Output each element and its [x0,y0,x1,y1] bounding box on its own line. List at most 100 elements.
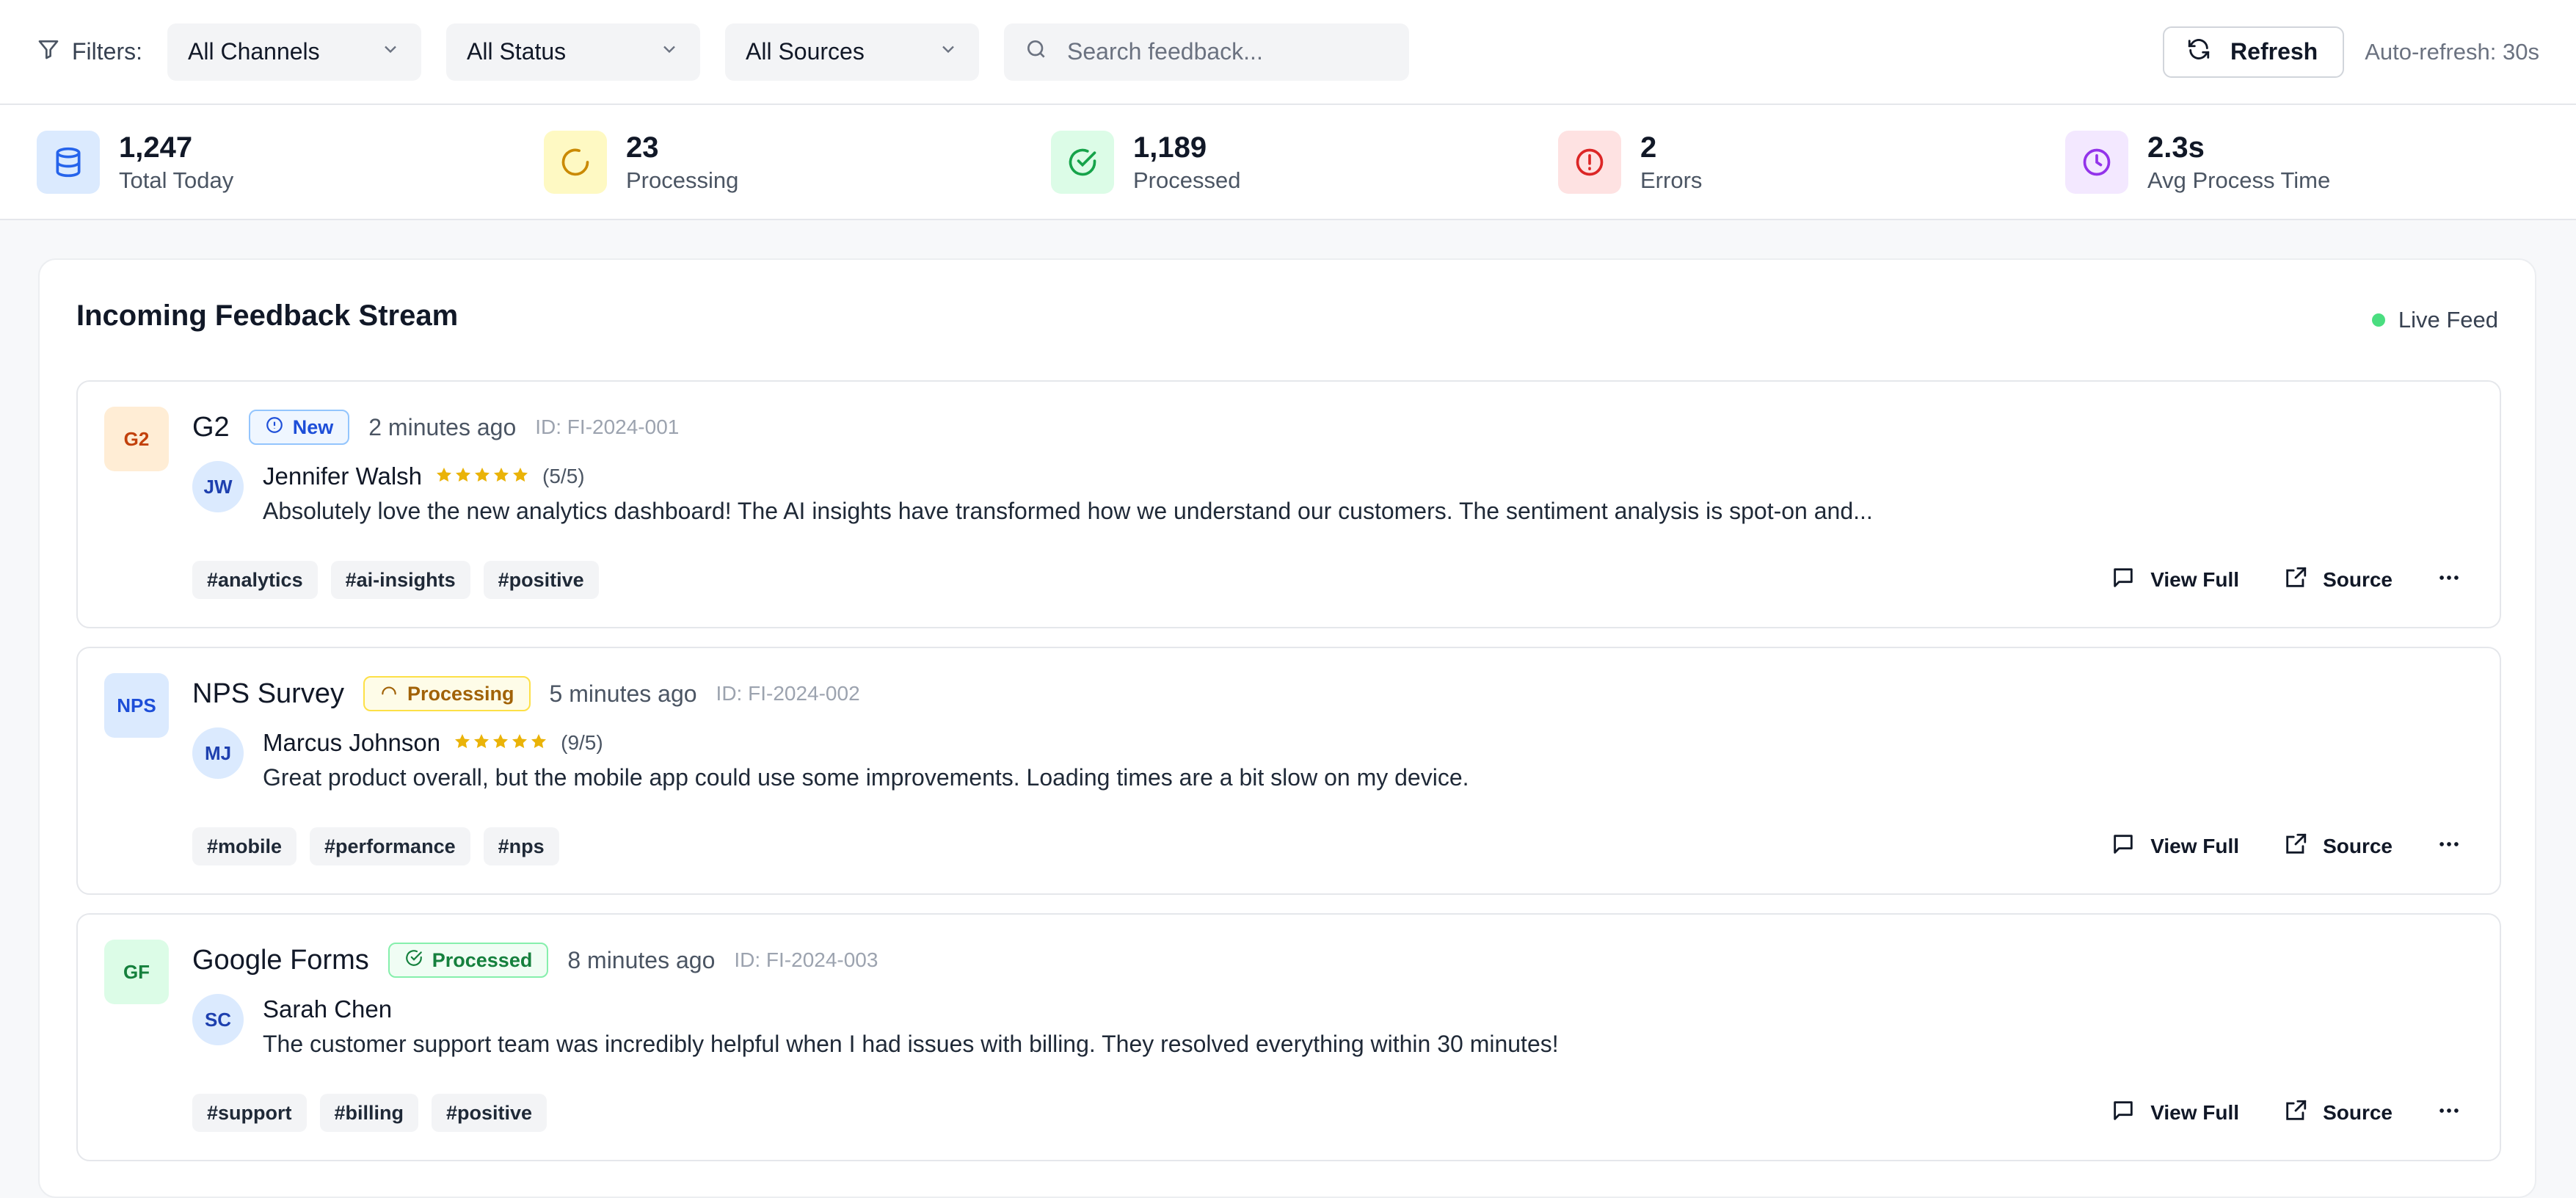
tag-list: #mobile #performance #nps [192,827,559,865]
check-circle-icon [1051,130,1114,194]
chevron-down-icon [380,38,401,65]
author-row: Marcus Johnson (9/5) [263,725,603,761]
feedback-stream-panel: Incoming Feedback Stream Live Feed G2 G2… [38,258,2536,1198]
star-icon [473,466,491,487]
source-link-button[interactable]: Source [2283,1098,2393,1128]
author-row: Sarah Chen [263,991,392,1028]
feedback-card[interactable]: GF Google Forms Processed 8 minutes ago … [76,913,2501,1161]
feedback-card[interactable]: G2 G2 New 2 minutes ago ID: FI-2024-001 … [76,380,2501,628]
avatar: MJ [192,727,244,779]
view-full-label: View Full [2150,835,2240,857]
filter-bar: Filters: All Channels All Status All Sou… [0,0,2576,105]
more-options-button[interactable] [2437,565,2462,595]
star-icon [473,733,490,754]
filters-label: Filters: [37,37,142,67]
source-name: Google Forms [192,944,369,976]
database-icon [37,130,100,194]
view-full-button[interactable]: View Full [2111,565,2239,595]
card-header: Google Forms Processed 8 minutes ago ID:… [192,940,878,981]
stat-text: 1,189 Processed [1133,129,1240,195]
stat-label: Avg Process Time [2147,167,2331,193]
stat-errors: 2 Errors [1558,129,2065,195]
tag-chip[interactable]: #positive [483,561,599,599]
view-full-button[interactable]: View Full [2111,1098,2239,1128]
star-icon [492,733,509,754]
rating-text: (5/5) [542,465,585,487]
source-name: NPS Survey [192,678,344,709]
live-feed-indicator: Live Feed [2371,307,2498,333]
stat-value: 2 [1640,131,1657,164]
tag-chip[interactable]: #nps [483,827,559,865]
star-icon [454,733,471,754]
stat-processed: 1,189 Processed [1051,129,1558,195]
stat-text: 23 Processing [626,129,738,195]
search-icon [1025,37,1048,67]
star-rating [454,733,547,754]
source-link-button[interactable]: Source [2283,832,2393,862]
timestamp: 2 minutes ago [368,413,517,440]
alert-circle-icon [1558,130,1621,194]
view-full-label: View Full [2150,568,2240,591]
tag-chip[interactable]: #support [192,1094,307,1132]
source-link-label: Source [2323,568,2393,591]
tag-list: #analytics #ai-insights #positive [192,561,599,599]
check-circle-icon [404,948,423,973]
auto-refresh-text: Auto-refresh: 30s [2365,38,2539,65]
status-label: Processed [432,948,533,971]
tag-chip[interactable]: #positive [432,1094,547,1132]
author-name: Marcus Johnson [263,729,441,756]
chevron-down-icon [659,38,680,65]
tag-chip[interactable]: #analytics [192,561,318,599]
author-name: Jennifer Walsh [263,462,423,490]
filter-icon [37,37,60,67]
refresh-label: Refresh [2230,38,2318,65]
chevron-down-icon [938,38,958,65]
loader-icon [379,682,399,706]
status-label: Processing [407,682,514,705]
avatar: JW [192,461,244,512]
feedback-id: ID: FI-2024-002 [716,682,860,705]
message-square-icon [2111,1098,2136,1128]
feedback-id: ID: FI-2024-001 [535,415,680,438]
filters-label-text: Filters: [72,38,142,65]
more-options-button[interactable] [2437,1098,2462,1128]
star-rating [435,466,529,487]
sources-filter-select[interactable]: All Sources [725,23,979,81]
tag-chip[interactable]: #ai-insights [330,561,470,599]
more-horizontal-icon [2437,1098,2462,1128]
avatar: SC [192,994,244,1045]
source-link-button[interactable]: Source [2283,565,2393,595]
live-feed-label: Live Feed [2398,307,2498,333]
stats-bar: 1,247 Total Today 23 Processing 1,189 Pr… [0,105,2576,220]
sources-filter-value: All Sources [746,38,865,65]
feedback-card[interactable]: NPS NPS Survey Processing 5 minutes ago … [76,647,2501,895]
tag-chip[interactable]: #performance [310,827,470,865]
stat-total-today: 1,247 Total Today [37,129,544,195]
more-options-button[interactable] [2437,832,2462,862]
status-filter-select[interactable]: All Status [446,23,700,81]
star-icon [492,466,510,487]
author-row: Jennifer Walsh (5/5) [263,458,585,495]
stat-text: 2 Errors [1640,129,1702,195]
source-link-label: Source [2323,835,2393,857]
view-full-button[interactable]: View Full [2111,832,2239,862]
stat-label: Processing [626,167,739,193]
tag-chip[interactable]: #mobile [192,827,297,865]
stat-label: Processed [1133,167,1241,193]
channel-filter-select[interactable]: All Channels [167,23,421,81]
status-badge: Processing [363,676,531,711]
refresh-button[interactable]: Refresh [2163,26,2345,78]
rating-text: (9/5) [561,731,603,754]
message-square-icon [2111,832,2136,862]
stat-text: 2.3s Avg Process Time [2147,129,2330,195]
source-name: G2 [192,411,230,443]
source-link-label: Source [2323,1101,2393,1124]
star-icon [454,466,472,487]
info-icon [265,415,284,440]
tag-chip[interactable]: #billing [319,1094,419,1132]
more-horizontal-icon [2437,565,2462,595]
search-input[interactable]: Search feedback... [1004,23,1409,81]
feedback-text: Great product overall, but the mobile ap… [263,764,1469,791]
card-actions: View Full Source [2111,561,2462,599]
tag-list: #support #billing #positive [192,1094,547,1132]
